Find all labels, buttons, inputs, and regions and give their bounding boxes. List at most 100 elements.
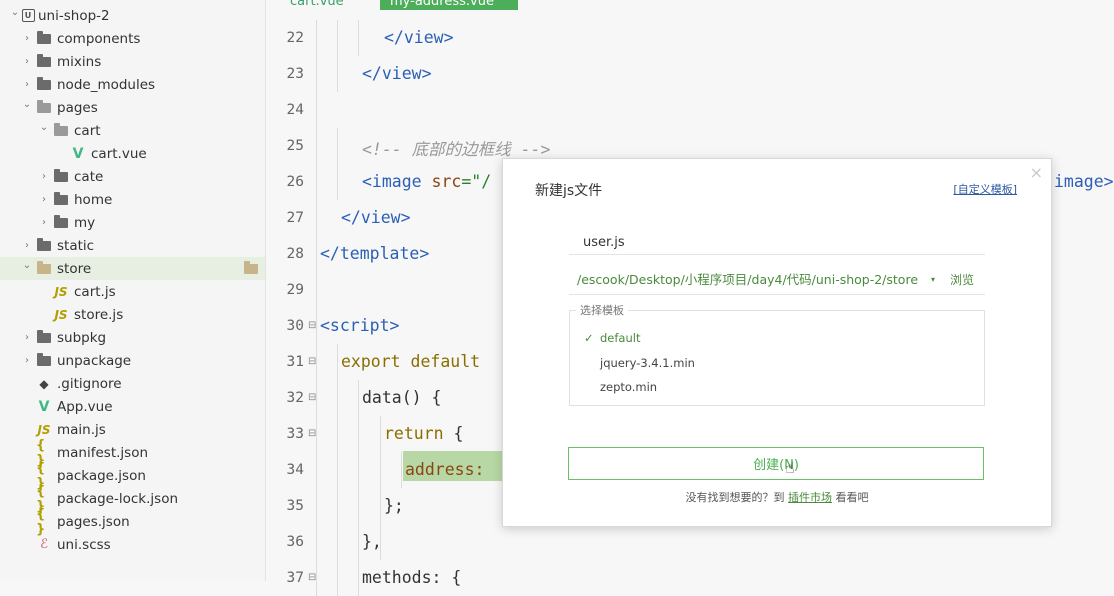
code-line[interactable]: return {	[384, 424, 463, 443]
check-icon: ✓	[584, 331, 594, 345]
code-token: </view>	[341, 208, 411, 227]
code-token: return	[384, 424, 444, 443]
line-number: 24	[286, 102, 304, 118]
folder-icon	[53, 214, 69, 230]
line-number: 34	[286, 462, 304, 478]
code-line[interactable]: <script>	[320, 316, 399, 335]
template-option-jquery[interactable]: jquery-3.4.1.min	[600, 356, 695, 370]
line-number: 29	[286, 282, 304, 298]
folder-open-icon	[53, 122, 69, 138]
filename-input[interactable]: user.js	[569, 231, 985, 255]
sidebar-item-cart-js[interactable]: JS cart.js	[0, 280, 265, 303]
sidebar-item-uni-shop-2[interactable]: ⌄ Uuni-shop-2	[0, 4, 265, 27]
sidebar-item-pages[interactable]: ⌄ pages	[0, 96, 265, 119]
indent-guide	[337, 128, 338, 200]
json-file-icon: { }	[36, 506, 46, 537]
sidebar-item-label: package.json	[57, 467, 146, 484]
sidebar-item-uni-scss[interactable]: ℰuni.scss	[0, 533, 265, 556]
fold-toggle-icon[interactable]: ⊟	[308, 392, 316, 403]
chevron-down-icon[interactable]: ⌄	[22, 260, 32, 271]
chevron-down-icon[interactable]: ⌄	[22, 99, 32, 110]
create-button[interactable]: 创建(N)	[568, 447, 984, 480]
line-number: 35	[286, 498, 304, 514]
code-line[interactable]: address:	[405, 460, 484, 479]
indent-guide	[337, 20, 338, 92]
code-line[interactable]: methods: {	[362, 568, 461, 587]
indent-guide	[337, 344, 338, 596]
template-group: 选择模板 ✓ default jquery-3.4.1.min zepto.mi…	[569, 302, 985, 406]
code-line[interactable]: };	[384, 496, 404, 515]
chevron-right-icon[interactable]: ›	[22, 56, 32, 67]
sidebar-item-cart-vue[interactable]: Vcart.vue	[0, 142, 265, 165]
template-group-label: 选择模板	[576, 302, 628, 318]
code-line[interactable]: </view>	[341, 208, 411, 227]
sidebar-item-label: store.js	[74, 306, 124, 323]
fold-toggle-icon[interactable]: ⊟	[308, 320, 316, 331]
line-number: 26	[286, 174, 304, 190]
plugin-market-link[interactable]: 插件市场	[788, 491, 832, 504]
sidebar-item-store[interactable]: ⌄ store	[0, 257, 265, 280]
sidebar-item-label: cate	[74, 168, 104, 185]
close-icon[interactable]: ×	[1030, 163, 1043, 182]
line-number: 23	[286, 66, 304, 82]
code-token: {	[443, 424, 464, 443]
fold-toggle-icon[interactable]: ⊟	[308, 356, 316, 367]
chevron-right-icon[interactable]: ›	[22, 33, 32, 44]
sidebar-item-my[interactable]: › my	[0, 211, 265, 234]
tab-cart-vue[interactable]: cart.vue	[280, 0, 354, 10]
code-token: <script>	[320, 316, 400, 335]
template-option-zepto[interactable]: zepto.min	[600, 380, 657, 394]
code-line[interactable]: </template>	[320, 244, 429, 263]
chevron-right-icon[interactable]: ›	[22, 355, 32, 366]
chevron-right-icon[interactable]: ›	[22, 332, 32, 343]
browse-button[interactable]: 浏览	[950, 266, 974, 294]
sidebar-item-label: uni.scss	[57, 536, 111, 553]
sidebar-item-gitignore[interactable]: ◆ .gitignore	[0, 372, 265, 395]
code-line[interactable]: <image src="/	[362, 172, 491, 191]
chevron-down-icon[interactable]: ⌄	[39, 122, 49, 133]
custom-template-link[interactable]: [自定义模板]	[953, 181, 1017, 197]
sidebar-item-unpackage[interactable]: › unpackage	[0, 349, 265, 372]
chevron-right-icon[interactable]: ›	[39, 171, 49, 182]
sidebar-item-mixins[interactable]: › mixins	[0, 50, 265, 73]
sidebar-item-components[interactable]: › components	[0, 27, 265, 50]
code-line[interactable]: data() {	[362, 388, 441, 407]
code-overflow-text: image>	[1054, 172, 1114, 191]
code-line[interactable]: </view>	[384, 28, 454, 47]
chevron-right-icon[interactable]: ›	[22, 79, 32, 90]
code-token: </view>	[384, 28, 454, 47]
path-selector[interactable]: /escook/Desktop/小程序项目/day4/代码/uni-shop-2…	[569, 266, 985, 295]
sidebar-item-pages-json[interactable]: { } pages.json	[0, 506, 265, 537]
sidebar-item-static[interactable]: › static	[0, 234, 265, 257]
code-line[interactable]: <!-- 底部的边框线 -->	[362, 136, 550, 160]
sidebar-item-app-vue[interactable]: V App.vue	[0, 395, 265, 418]
js-file-icon: JS	[54, 284, 68, 299]
chevron-right-icon[interactable]: ›	[39, 194, 49, 205]
sidebar-item-node-modules[interactable]: › node_modules	[0, 73, 265, 96]
code-token: src	[431, 172, 462, 191]
new-js-file-dialog: 新建js文件 [自定义模板] × user.js /escook/Desktop…	[502, 158, 1052, 527]
code-line[interactable]: export default	[341, 352, 480, 371]
fold-toggle-icon[interactable]: ⊟	[308, 572, 316, 583]
chevron-down-icon[interactable]: ▾	[931, 266, 935, 294]
code-line[interactable]: },	[362, 532, 382, 551]
template-option-default[interactable]: ✓ default	[584, 331, 640, 345]
sidebar-item-subpkg[interactable]: › subpkg	[0, 326, 265, 349]
path-value[interactable]: /escook/Desktop/小程序项目/day4/代码/uni-shop-2…	[577, 266, 918, 294]
tab-my-address-vue[interactable]: my-address.vue	[380, 0, 518, 10]
chevron-right-icon[interactable]: ›	[22, 240, 32, 251]
sidebar-item-cate[interactable]: › cate	[0, 165, 265, 188]
chevron-right-icon[interactable]: ›	[39, 217, 49, 228]
sidebar-item-home[interactable]: › home	[0, 188, 265, 211]
sidebar-item-cart[interactable]: ⌄ cart	[0, 119, 265, 142]
fold-toggle-icon[interactable]: ⊟	[308, 428, 316, 439]
file-explorer-sidebar: ⌄ Uuni-shop-2 › components › mixins › node_modu…	[0, 0, 266, 581]
folder-icon	[53, 168, 69, 184]
sidebar-item-label: my	[74, 214, 96, 231]
chevron-down-icon[interactable]: ⌄	[10, 7, 20, 18]
sidebar-item-store-js[interactable]: JS store.js	[0, 303, 265, 326]
code-line[interactable]: </view>	[362, 64, 432, 83]
sidebar-item-label: static	[57, 237, 95, 254]
line-number: 36	[286, 534, 304, 550]
line-number: 37	[286, 570, 304, 586]
